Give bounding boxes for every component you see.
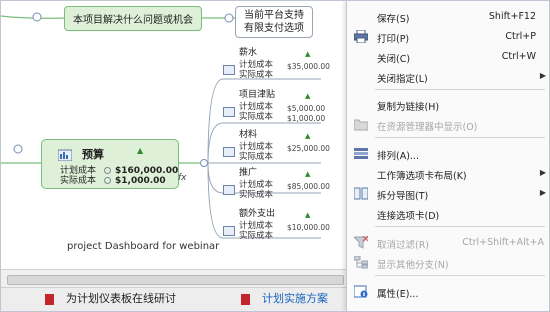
menu-item-shortcut: Ctrl+W xyxy=(501,51,536,62)
menu-item-connect-tabs[interactable]: 连接选项卡(D) xyxy=(347,204,549,223)
tab-label: 计划实施方案 xyxy=(262,292,328,305)
map-document-icon xyxy=(45,293,54,305)
menu-item-print[interactable]: 打印(P) Ctrl+P xyxy=(347,27,549,46)
menu-item-label: 打印(P) xyxy=(377,34,410,45)
menu-item-shortcut: Ctrl+Shift+Alt+A xyxy=(462,237,544,248)
menu-item-label: 排列(A)... xyxy=(377,151,419,162)
tab-webinar-dashboard[interactable]: 为计划仪表板在线研讨 xyxy=(45,290,176,310)
budget-actual-row: 实际成本 $1,000.00 xyxy=(60,173,166,186)
filter-icon xyxy=(354,236,368,249)
menu-item-show-other-branches[interactable]: 显示其他分支(N) xyxy=(347,253,549,272)
menu-item-split-map[interactable]: 拆分导图(T) ▶ xyxy=(347,184,549,203)
tab-context-menu: 保存(S) Shift+F12 打印(P) Ctrl+P 关闭(C) Ctrl+… xyxy=(346,1,549,311)
subtopic-name: 项目津贴 xyxy=(239,90,276,100)
subtopic-name: 额外支出 xyxy=(239,209,276,219)
menu-item-label: 复制为链接(H) xyxy=(377,102,440,113)
submenu-arrow-icon: ▶ xyxy=(539,168,546,177)
actual-label: 实际成本 xyxy=(239,112,274,122)
menu-item-arrange[interactable]: 排列(A)... xyxy=(347,144,549,163)
up-arrow-icon: ▲ xyxy=(137,146,144,155)
split-icon xyxy=(354,187,368,200)
document-icon xyxy=(223,107,235,117)
document-icon xyxy=(223,147,235,157)
folder-icon xyxy=(354,119,368,131)
menu-item-label: 工作簿选项卡布局(K) xyxy=(377,171,467,182)
menu-separator xyxy=(375,137,545,138)
actual-label: 实际成本 xyxy=(239,70,274,80)
menu-item-save[interactable]: 保存(S) Shift+F12 xyxy=(347,7,549,26)
printer-icon xyxy=(354,30,368,43)
planned-value: $25,000.00 xyxy=(287,144,330,153)
branch-icon xyxy=(354,256,368,269)
properties-icon xyxy=(354,285,368,298)
menu-item-label: 拆分导图(T) xyxy=(377,191,429,202)
menu-item-label: 关闭(C) xyxy=(377,54,411,65)
planned-value: $10,000.00 xyxy=(287,223,330,232)
planned-value: $35,000.00 xyxy=(287,62,330,71)
topic-options[interactable]: 当前平台支持 有限支付选项 xyxy=(235,6,313,38)
up-arrow-icon: ▲ xyxy=(305,170,311,178)
map-document-icon xyxy=(241,293,250,305)
up-arrow-icon: ▲ xyxy=(305,92,311,100)
scrollbar-thumb[interactable] xyxy=(7,275,344,285)
tab-label: 为计划仪表板在线研讨 xyxy=(66,292,176,305)
map-caption: project Dashboard for webinar xyxy=(67,241,220,252)
formula-icon[interactable]: fx xyxy=(178,173,187,183)
menu-item-shortcut: Ctrl+P xyxy=(505,31,536,42)
menu-item-show-in-explorer[interactable]: 在资源管理器中显示(O) xyxy=(347,115,549,134)
menu-item-copy-as-link[interactable]: 复制为链接(H) xyxy=(347,95,549,114)
menu-item-tab-layout[interactable]: 工作簿选项卡布局(K) ▶ xyxy=(347,164,549,183)
submenu-arrow-icon: ▶ xyxy=(539,71,546,80)
menu-item-label: 连接选项卡(D) xyxy=(377,211,440,222)
menu-separator xyxy=(375,89,545,90)
actual-label: 实际成本 xyxy=(60,176,97,186)
mindjet-window: 本项目解决什么问题或机会 当前平台支持 有限支付选项 预算 ▲ 计划成本 $160… xyxy=(0,0,550,312)
topic-option-line: 有限支付选项 xyxy=(244,23,304,34)
menu-item-close[interactable]: 关闭(C) Ctrl+W xyxy=(347,47,549,66)
menu-item-label: 保存(S) xyxy=(377,14,410,25)
circle-icon xyxy=(104,177,112,184)
actual-label: 实际成本 xyxy=(239,152,274,162)
document-icon xyxy=(223,185,235,195)
menu-item-label: 在资源管理器中显示(O) xyxy=(377,122,478,133)
submenu-arrow-icon: ▶ xyxy=(539,188,546,197)
actual-value: $1,000.00 xyxy=(287,114,326,123)
menu-item-label: 取消过滤(R) xyxy=(377,240,430,251)
up-arrow-icon: ▲ xyxy=(305,132,311,140)
subtopic-name: 材料 xyxy=(239,130,258,140)
subtopic-name: 薪水 xyxy=(239,48,258,58)
document-icon xyxy=(223,65,235,75)
arrange-icon xyxy=(354,148,368,159)
tab-implementation-plan[interactable]: 计划实施方案 xyxy=(241,290,328,310)
menu-item-close-specified[interactable]: 关闭指定(L) ▶ xyxy=(347,67,549,86)
up-arrow-icon: ▲ xyxy=(305,211,311,219)
menu-item-shortcut: Shift+F12 xyxy=(488,11,536,22)
horizontal-scrollbar[interactable] xyxy=(1,269,346,288)
menu-separator xyxy=(375,226,545,227)
menu-item-label: 属性(E)... xyxy=(377,289,419,300)
subtopic-name: 推广 xyxy=(239,168,258,178)
topic-option-line: 当前平台支持 xyxy=(244,10,304,21)
document-icon xyxy=(223,226,235,236)
actual-value: $1,000.00 xyxy=(115,176,166,186)
budget-title: 预算 xyxy=(82,148,104,161)
menu-item-clear-filter[interactable]: 取消过滤(R) Ctrl+Shift+Alt+A xyxy=(347,233,549,252)
up-arrow-icon: ▲ xyxy=(305,50,311,58)
topic-question[interactable]: 本项目解决什么问题或机会 xyxy=(64,6,202,31)
actual-label: 实际成本 xyxy=(239,231,274,241)
menu-separator xyxy=(375,275,545,276)
menu-item-label: 关闭指定(L) xyxy=(377,74,428,85)
menu-item-properties[interactable]: 属性(E)... xyxy=(347,282,549,301)
actual-label: 实际成本 xyxy=(239,190,274,200)
dashboard-icon xyxy=(58,149,72,161)
budget-topic[interactable]: 预算 ▲ 计划成本 $160,000.00 实际成本 $1,000.00 xyxy=(41,139,179,189)
menu-item-label: 显示其他分支(N) xyxy=(377,260,449,271)
planned-value: $85,000.00 xyxy=(287,182,330,191)
